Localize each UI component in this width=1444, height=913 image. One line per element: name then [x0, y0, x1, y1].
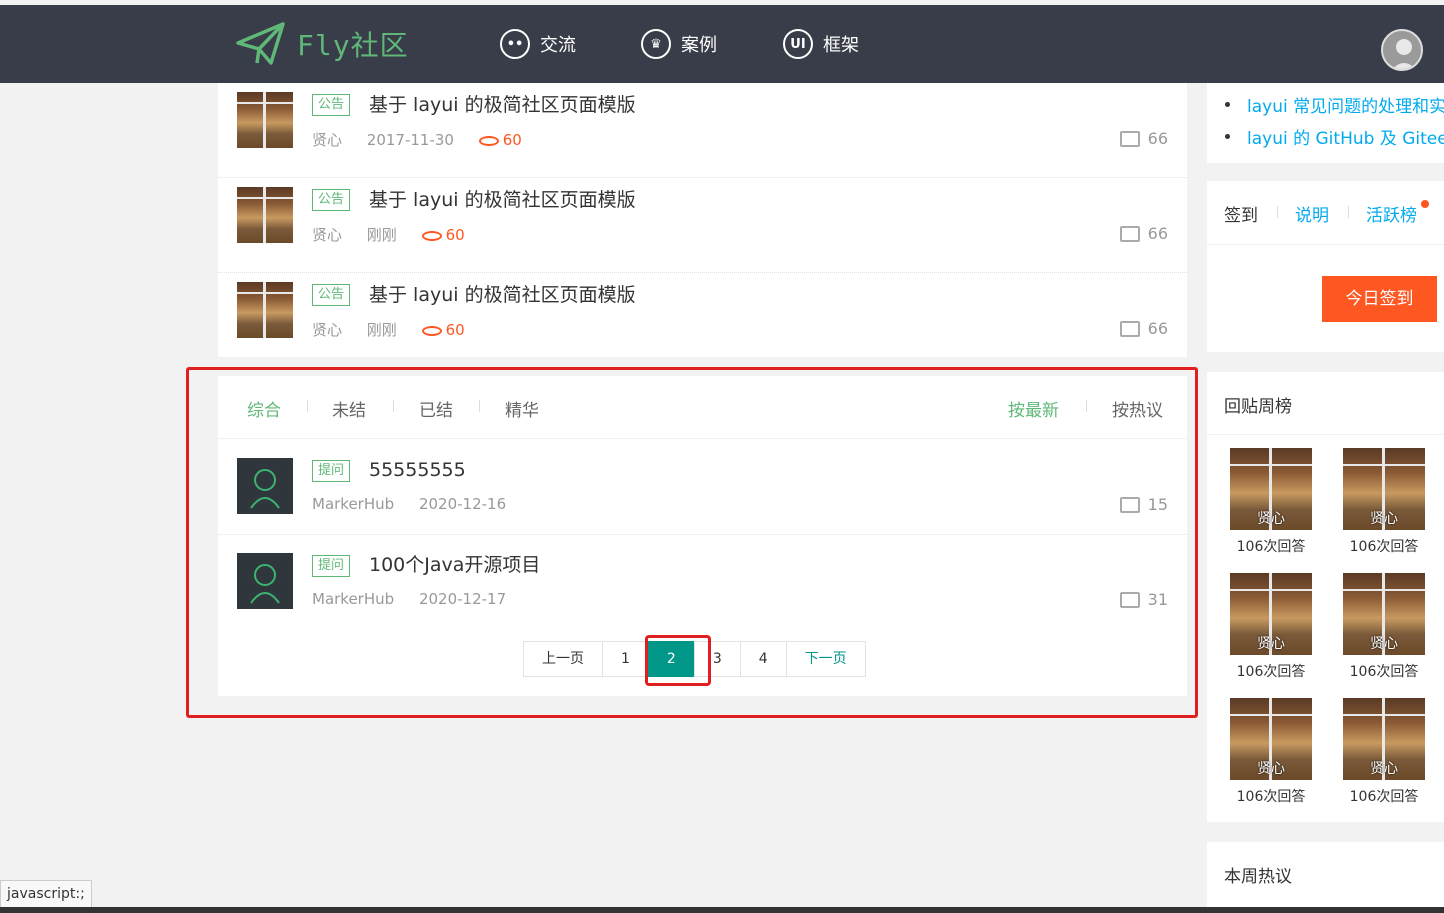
- comment-count: 66: [1147, 224, 1168, 243]
- divider: [1207, 434, 1444, 435]
- post-comments: 66: [1119, 129, 1168, 148]
- hot-this-week-panel: 本周热议: [1207, 842, 1444, 913]
- tab-divider: [1348, 206, 1349, 218]
- rank-avatar[interactable]: 贤心: [1343, 448, 1425, 530]
- crown-icon: ♛: [641, 29, 671, 59]
- top-header: Fly社区 •• 交流 ♛ 案例 UI 框架: [0, 5, 1444, 83]
- post-hot: 60: [478, 131, 522, 149]
- post-title[interactable]: 基于 layui 的极简社区页面模版: [369, 92, 636, 118]
- sidebar-link[interactable]: layui 常见问题的处理和实: [1224, 92, 1444, 117]
- rank-user[interactable]: 贤心 106次回答: [1230, 698, 1312, 806]
- sidebar-links: layui 常见问题的处理和实 layui 的 GitHub 及 Gitee (: [1207, 83, 1444, 163]
- browser-status-bar: javascript:;: [0, 880, 92, 908]
- post-title[interactable]: 基于 layui 的极简社区页面模版: [369, 187, 636, 213]
- rank-count: 106次回答: [1349, 789, 1419, 805]
- rank-user-name: 贤心: [1370, 636, 1398, 652]
- user-avatar[interactable]: [1381, 29, 1423, 71]
- post-comments: 66: [1119, 224, 1168, 243]
- post-thumbnail[interactable]: [237, 92, 293, 148]
- hot-eye-icon: [478, 135, 499, 146]
- post-author[interactable]: 贤心: [312, 131, 342, 149]
- rank-user[interactable]: 贤心 106次回答: [1230, 448, 1312, 556]
- rank-count: 106次回答: [1349, 664, 1419, 680]
- post-meta: 贤心 刚刚 60: [312, 225, 485, 245]
- post-hot: 60: [421, 226, 465, 244]
- logo-text: Fly社区: [297, 29, 409, 62]
- rank-avatar[interactable]: 贤心: [1230, 698, 1312, 780]
- post-date: 2017-11-30: [366, 131, 454, 149]
- comment-icon: [1119, 225, 1140, 242]
- post-comments: 66: [1119, 319, 1168, 338]
- rank-user-name: 贤心: [1370, 761, 1398, 777]
- tab-divider: [1277, 206, 1278, 218]
- comment-icon: [1119, 130, 1140, 147]
- post-badge: 公告: [312, 94, 351, 116]
- post-date: 刚刚: [366, 226, 397, 244]
- comment-count: 66: [1147, 129, 1168, 148]
- divider: [1207, 244, 1444, 245]
- signin-panel: 签到 说明 活跃榜 今日签到: [1207, 181, 1444, 352]
- list-item[interactable]: 公告 基于 layui 的极简社区页面模版 贤心 刚刚 60 66: [218, 178, 1187, 273]
- post-author[interactable]: 贤心: [312, 321, 342, 339]
- chat-icon: ••: [500, 29, 530, 59]
- comment-icon: [1119, 320, 1140, 337]
- rank-user-name: 贤心: [1257, 636, 1285, 652]
- paper-plane-icon: [236, 22, 285, 65]
- nav-label: 案例: [681, 35, 717, 56]
- bottom-strip: [0, 907, 1444, 913]
- site-logo[interactable]: Fly社区: [235, 21, 409, 67]
- post-hot: 60: [421, 321, 465, 339]
- rank-avatar[interactable]: 贤心: [1343, 698, 1425, 780]
- post-date: 刚刚: [366, 321, 397, 339]
- tab-signin[interactable]: 签到: [1224, 201, 1258, 226]
- post-author[interactable]: 贤心: [312, 226, 342, 244]
- nav-item-framework[interactable]: UI 框架: [783, 27, 859, 61]
- rank-user[interactable]: 贤心 106次回答: [1230, 573, 1312, 681]
- notification-dot: [1421, 200, 1429, 208]
- weekly-rank-panel: 回贴周榜 贤心 106次回答 贤心 106次回答 贤心 106次回答 贤心 10…: [1207, 372, 1444, 822]
- rank-user-name: 贤心: [1257, 761, 1285, 777]
- hot-eye-icon: [421, 230, 442, 241]
- post-title[interactable]: 基于 layui 的极简社区页面模版: [369, 282, 636, 308]
- current-page-highlight: [645, 635, 711, 686]
- tab-instructions[interactable]: 说明: [1295, 201, 1329, 226]
- rank-user[interactable]: 贤心 106次回答: [1343, 573, 1425, 681]
- nav-item-exchange[interactable]: •• 交流: [500, 27, 576, 61]
- rank-count: 106次回答: [1236, 664, 1306, 680]
- post-meta: 贤心 刚刚 60: [312, 320, 485, 340]
- rank-count: 106次回答: [1236, 539, 1306, 555]
- list-item[interactable]: 公告 基于 layui 的极简社区页面模版 贤心 刚刚 60 66: [218, 273, 1187, 368]
- rank-count: 106次回答: [1349, 539, 1419, 555]
- ui-icon: UI: [783, 29, 813, 59]
- rank-user-name: 贤心: [1257, 511, 1285, 527]
- post-thumbnail[interactable]: [237, 187, 293, 243]
- nav-item-cases[interactable]: ♛ 案例: [641, 27, 717, 61]
- nav-label: 交流: [540, 35, 576, 56]
- post-thumbnail[interactable]: [237, 282, 293, 338]
- post-badge: 公告: [312, 189, 351, 211]
- rank-avatar[interactable]: 贤心: [1230, 448, 1312, 530]
- rank-user[interactable]: 贤心 106次回答: [1343, 448, 1425, 556]
- rank-user-name: 贤心: [1370, 511, 1398, 527]
- rank-avatar[interactable]: 贤心: [1343, 573, 1425, 655]
- rank-count: 106次回答: [1236, 789, 1306, 805]
- list-item[interactable]: 公告 基于 layui 的极简社区页面模版 贤心 2017-11-30 60 6…: [218, 83, 1187, 178]
- hot-eye-icon: [421, 325, 442, 336]
- user-silhouette-icon: [1392, 39, 1416, 69]
- post-badge: 公告: [312, 284, 351, 306]
- rank-avatar[interactable]: 贤心: [1230, 573, 1312, 655]
- daily-signin-button[interactable]: 今日签到: [1322, 276, 1437, 322]
- hot-this-week-title: 本周热议: [1224, 867, 1292, 887]
- announcement-list: 公告 基于 layui 的极简社区页面模版 贤心 2017-11-30 60 6…: [218, 83, 1187, 357]
- post-meta: 贤心 2017-11-30 60: [312, 130, 542, 150]
- rank-user[interactable]: 贤心 106次回答: [1343, 698, 1425, 806]
- sidebar-link[interactable]: layui 的 GitHub 及 Gitee (: [1225, 124, 1444, 149]
- weekly-rank-title: 回贴周榜: [1224, 397, 1292, 417]
- tab-active-rank[interactable]: 活跃榜: [1366, 201, 1417, 226]
- nav-label: 框架: [823, 35, 859, 56]
- comment-count: 66: [1147, 319, 1168, 338]
